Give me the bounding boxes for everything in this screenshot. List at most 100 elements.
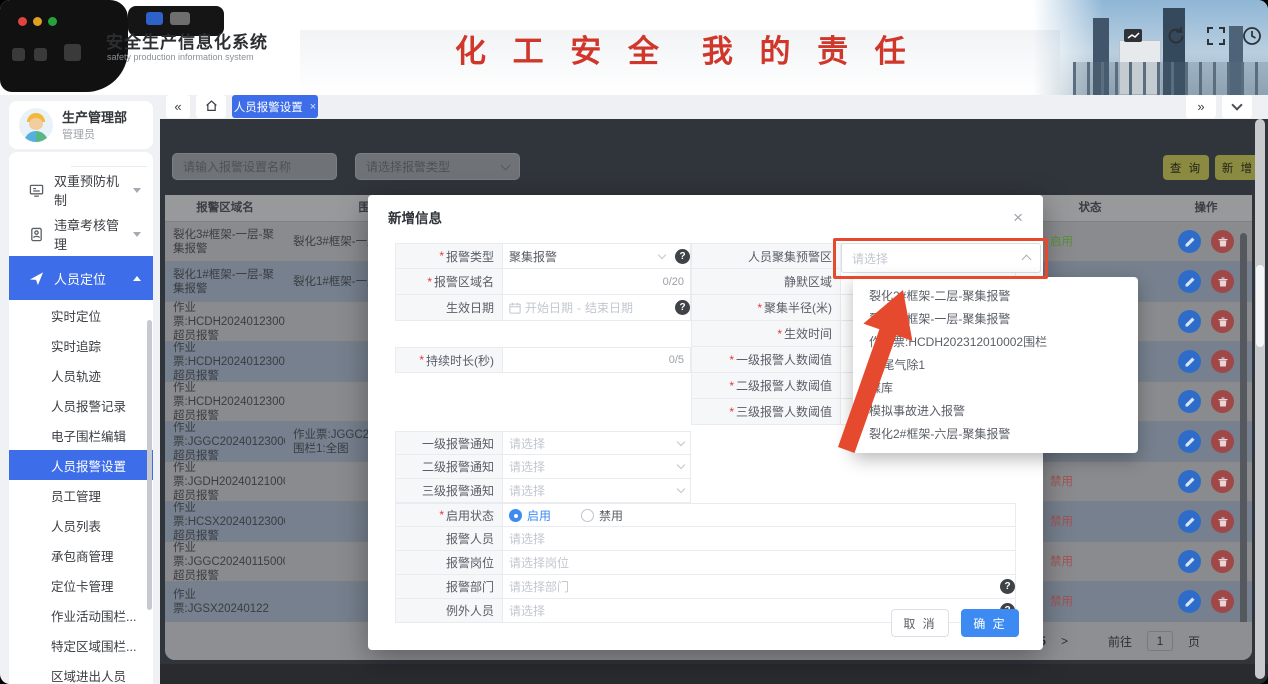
sidebar-subitem-employee-mgmt[interactable]: 员工管理 [9, 480, 153, 510]
edit-button[interactable] [1178, 390, 1201, 413]
sidebar-subitem-personnel-list[interactable]: 人员列表 [9, 510, 153, 540]
traffic-light-minimize[interactable] [33, 17, 42, 26]
home-tab-button[interactable] [196, 95, 226, 118]
sidebar-subitem-alarm-settings[interactable]: 人员报警设置 [9, 450, 153, 480]
delete-button[interactable] [1211, 590, 1234, 613]
sidebar-subitem-realtime-location[interactable]: 实时定位 [9, 300, 153, 330]
radio-disabled[interactable]: 禁用 [581, 507, 623, 524]
edit-button[interactable] [1178, 590, 1201, 613]
presentation-screen-icon[interactable] [1123, 26, 1143, 46]
expand-tabs-button[interactable]: » [1186, 95, 1216, 118]
tab-close-icon[interactable]: × [310, 101, 316, 113]
alarm-dept-select[interactable]: 请选择部门? [503, 575, 1016, 599]
delete-button[interactable] [1211, 310, 1234, 333]
help-icon[interactable]: ? [1000, 579, 1015, 594]
sidebar-subitem-contractor-mgmt[interactable]: 承包商管理 [9, 540, 153, 570]
edit-button[interactable] [1178, 430, 1201, 453]
navigation-icon [29, 271, 44, 286]
delete-button[interactable] [1211, 230, 1234, 253]
worker-avatar [19, 108, 53, 142]
alarm-post-select[interactable]: 请选择岗位 [503, 551, 1016, 575]
app-header: 安全生产信息化系统 safety production information … [0, 0, 1268, 95]
radio-enabled[interactable]: 启用 [509, 507, 551, 524]
sidebar-subitem-area-inout[interactable]: 区域进出人员 [9, 660, 153, 684]
notify3-select[interactable]: 请选择 [503, 479, 691, 503]
effective-date-range-picker[interactable]: 开始日期-结束日期? [503, 295, 691, 321]
sidebar-subitem-realtime-tracking[interactable]: 实时追踪 [9, 330, 153, 360]
form-group-bottom: *启用状态 启用 禁用 报警人员 请选择 报警岗位 请选择岗位 报警部门 请选择… [395, 503, 1016, 623]
delete-button[interactable] [1211, 470, 1234, 493]
help-icon[interactable]: ? [675, 249, 690, 264]
delete-button[interactable] [1211, 350, 1234, 373]
field-label: 生效时间 [784, 325, 832, 342]
sidebar-item-personnel-location[interactable]: 人员定位 [9, 256, 153, 300]
notify2-select[interactable]: 请选择 [503, 455, 691, 479]
field-label: 二级报警人数阈值 [736, 377, 832, 394]
delete-button[interactable] [1211, 550, 1234, 573]
refresh-icon[interactable] [1166, 26, 1186, 46]
next-page-button[interactable]: > [1061, 634, 1068, 648]
sidebar-subitem-work-fence[interactable]: 作业活动围栏... [9, 600, 153, 630]
help-icon[interactable]: ? [675, 300, 690, 315]
window-scrollbar-thumb[interactable] [1256, 265, 1264, 347]
page-unit-label: 页 [1188, 633, 1200, 650]
edit-button[interactable] [1178, 230, 1201, 253]
confirm-button[interactable]: 确 定 [961, 609, 1019, 637]
query-button[interactable]: 查 询 [1163, 155, 1209, 180]
field-label: 报警岗位 [446, 554, 494, 571]
sidebar-subitem-special-fence[interactable]: 特定区域围栏... [9, 630, 153, 660]
search-input[interactable]: 请输入报警设置名称 [172, 153, 337, 180]
edit-button[interactable] [1178, 350, 1201, 373]
redacted-icon [34, 48, 47, 61]
sidebar-subitem-card-mgmt[interactable]: 定位卡管理 [9, 570, 153, 600]
sidebar-subitem-efence-edit[interactable]: 电子围栏编辑 [9, 420, 153, 450]
chevron-down-icon [133, 188, 141, 193]
char-counter: 0/20 [663, 276, 684, 288]
goto-page-input[interactable]: 1 [1147, 631, 1173, 651]
cancel-button[interactable]: 取 消 [891, 609, 949, 637]
table-scrollbar[interactable] [1240, 233, 1247, 625]
alarm-type-filter-select[interactable]: 请选择报警类型 [355, 153, 520, 180]
delete-button[interactable] [1211, 270, 1234, 293]
notify1-select[interactable]: 请选择 [503, 431, 691, 455]
badge-icon [29, 227, 44, 242]
fullscreen-icon[interactable] [1206, 26, 1226, 46]
tab-bar: « 人员报警设置 × » [160, 95, 1268, 119]
screen-grid-icon [29, 183, 44, 198]
edit-button[interactable] [1178, 510, 1201, 533]
field-label: 二级报警通知 [422, 458, 494, 475]
system-title: 安全生产信息化系统 [106, 28, 268, 53]
delete-button[interactable] [1211, 510, 1234, 533]
radio-dot-icon [509, 509, 522, 522]
alarm-person-select[interactable]: 请选择 [503, 527, 1016, 551]
edit-button[interactable] [1178, 270, 1201, 293]
tab-menu-button[interactable] [1222, 95, 1252, 118]
sidebar-scrollbar[interactable] [147, 320, 152, 610]
area-name-input[interactable]: 0/20 [503, 269, 691, 295]
sidebar-subitem-alarm-records[interactable]: 人员报警记录 [9, 390, 153, 420]
sidebar-item-dual-prevention[interactable]: 双重预防机制 [9, 168, 153, 212]
traffic-light-close[interactable] [18, 17, 27, 26]
clock-icon[interactable] [1242, 26, 1262, 46]
delete-button[interactable] [1211, 390, 1234, 413]
modal-title: 新增信息 [388, 207, 442, 227]
edit-button[interactable] [1178, 470, 1201, 493]
chevron-down-icon [658, 250, 666, 258]
sidebar-subitem-personnel-track[interactable]: 人员轨迹 [9, 360, 153, 390]
tab-personnel-alarm-settings[interactable]: 人员报警设置 × [232, 95, 318, 118]
alarm-type-select[interactable]: 聚集报警? [503, 243, 691, 269]
redacted-icon [64, 44, 81, 61]
edit-button[interactable] [1178, 550, 1201, 573]
window-scrollbar-track[interactable] [1255, 119, 1265, 679]
collapse-sidebar-button[interactable]: « [166, 95, 190, 118]
redacted-icon [12, 48, 25, 61]
duration-input[interactable]: 0/5 [503, 347, 691, 373]
delete-button[interactable] [1211, 430, 1234, 453]
sidebar-item-violation-assessment[interactable]: 违章考核管理 [9, 212, 153, 256]
annotation-highlight-box [833, 238, 1048, 279]
field-label: 启用状态 [446, 507, 494, 524]
edit-button[interactable] [1178, 310, 1201, 333]
chevron-down-icon [501, 160, 511, 170]
modal-close-icon[interactable]: × [1013, 209, 1023, 226]
traffic-light-zoom[interactable] [48, 17, 57, 26]
